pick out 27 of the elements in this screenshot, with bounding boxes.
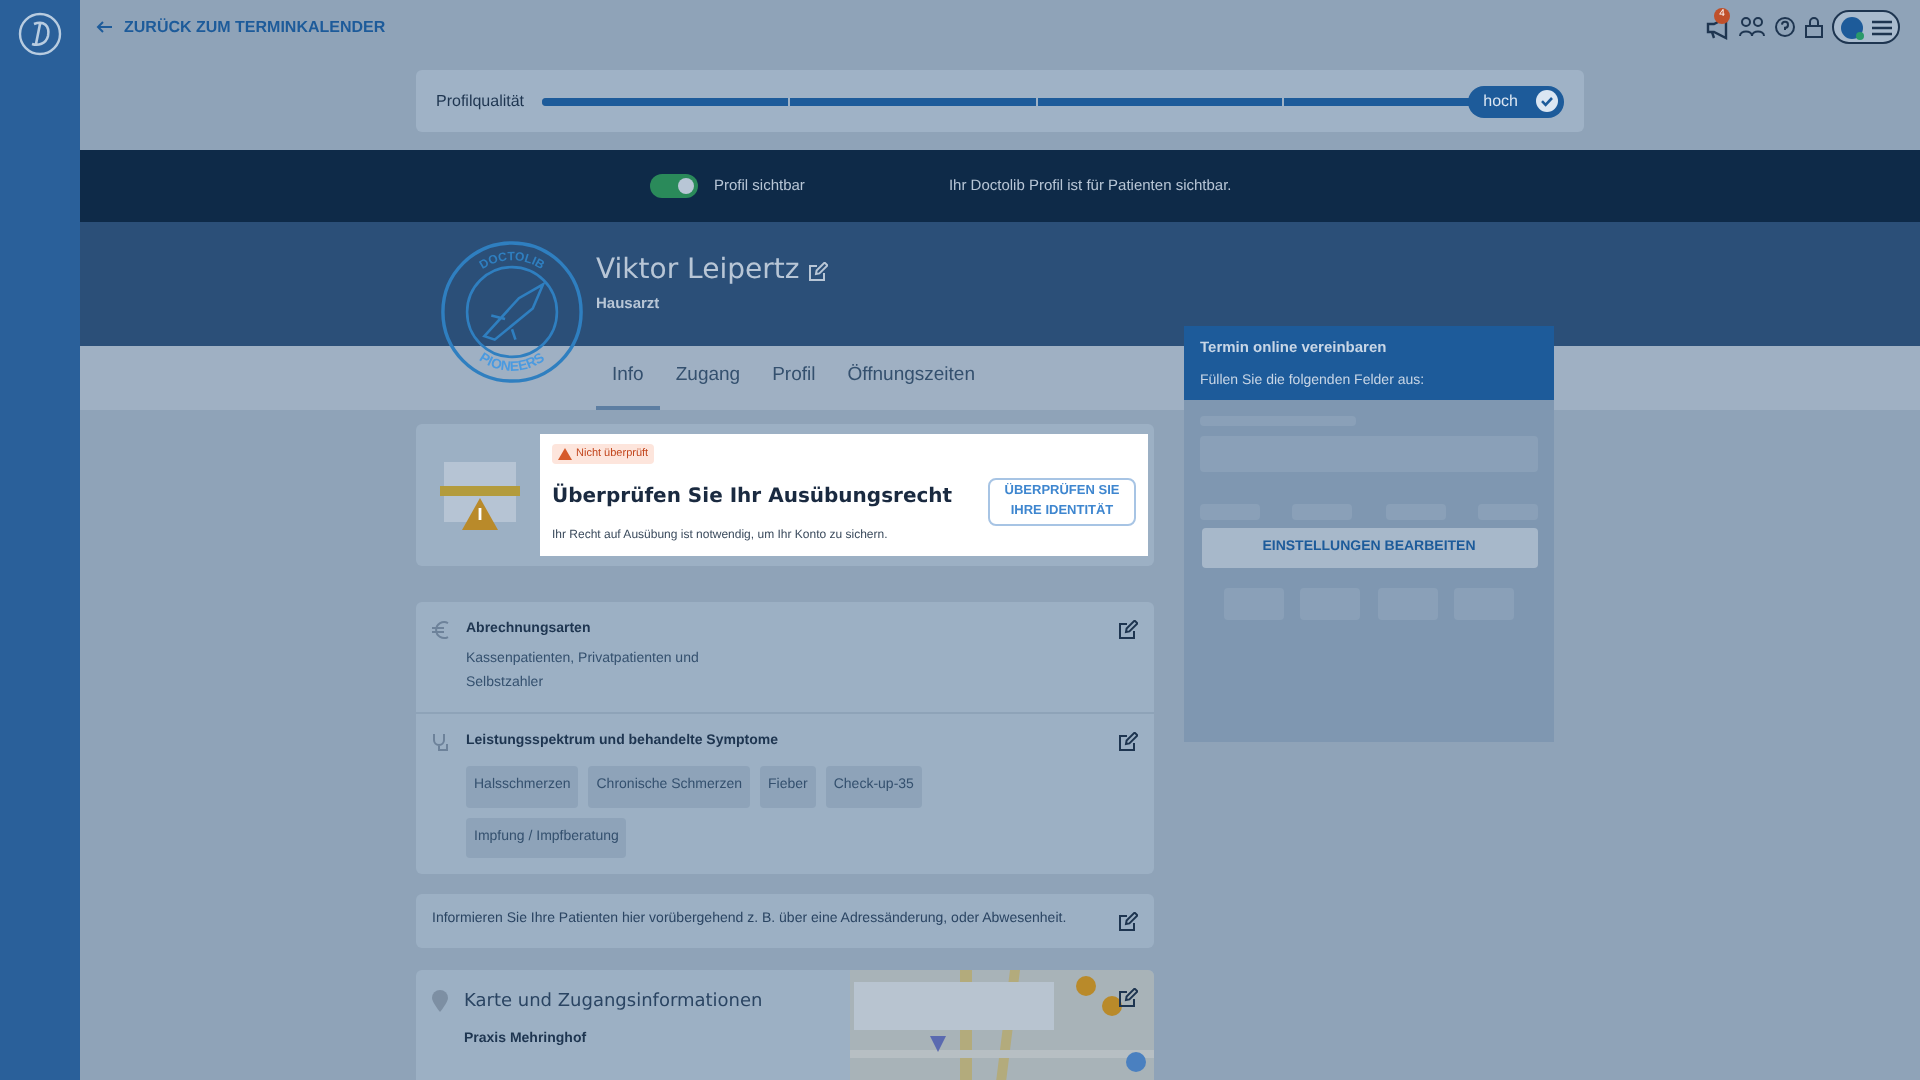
back-arrow-icon bbox=[96, 20, 112, 34]
tab[interactable]: Profil bbox=[756, 346, 832, 410]
doctor-name: Viktor Leipertz bbox=[596, 252, 800, 290]
edit-icon[interactable] bbox=[1118, 911, 1138, 931]
edit-icon[interactable] bbox=[1118, 620, 1138, 640]
logo-icon[interactable] bbox=[18, 12, 62, 56]
tab[interactable]: Zugang bbox=[659, 346, 757, 410]
avatar-icon bbox=[1840, 15, 1864, 39]
help-icon[interactable] bbox=[1774, 16, 1796, 38]
location-pin-icon bbox=[432, 990, 448, 1012]
profile-quality-label: Profilqualität bbox=[436, 89, 525, 113]
lock-icon[interactable] bbox=[1804, 16, 1824, 38]
edit-icon[interactable] bbox=[1118, 988, 1138, 1008]
account-menu[interactable] bbox=[1832, 10, 1900, 44]
stethoscope-icon bbox=[432, 731, 450, 751]
edit-icon[interactable] bbox=[1118, 731, 1138, 751]
quality-badge: hoch bbox=[1467, 85, 1564, 117]
tab[interactable]: Öffnungszeiten bbox=[831, 346, 991, 410]
back-link[interactable]: ZURÜCK ZUM TERMINKALENDER bbox=[96, 15, 386, 39]
visibility-toggle[interactable] bbox=[650, 174, 698, 198]
menu-icon bbox=[1872, 19, 1892, 35]
tab[interactable]: Info bbox=[596, 346, 660, 410]
warning-document-icon bbox=[440, 457, 520, 533]
location-title: Karte und Zugangsinformationen bbox=[464, 990, 763, 1016]
euro-icon bbox=[432, 620, 450, 640]
verification-title: Überprüfen Sie Ihr Ausübungsrecht bbox=[552, 481, 953, 512]
people-icon[interactable] bbox=[1738, 16, 1766, 38]
